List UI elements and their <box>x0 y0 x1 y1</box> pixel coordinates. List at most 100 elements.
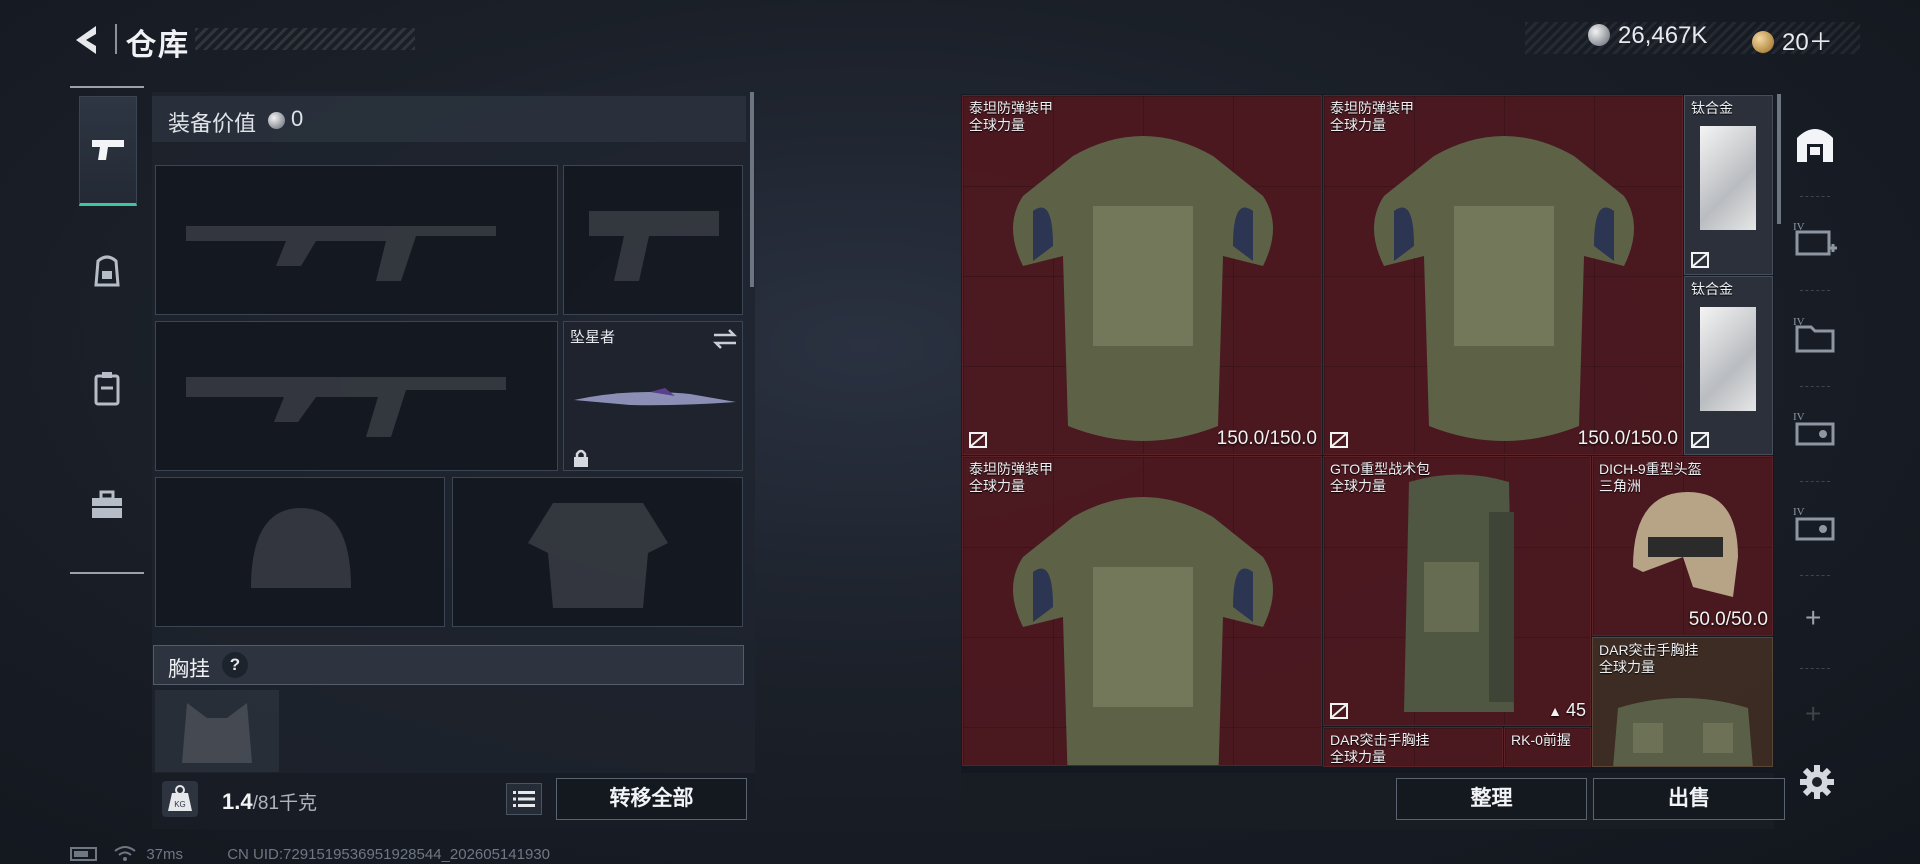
rail-divider <box>1800 481 1830 482</box>
tab-storage-2[interactable]: IV <box>1789 298 1841 368</box>
storage-item[interactable]: 钛合金 <box>1684 276 1773 455</box>
melee-slot[interactable]: 坠星者 <box>563 321 743 471</box>
item-name: DAR突击手胸挂 全球力量 <box>1330 732 1430 765</box>
chest-rig-label: 胸挂 <box>168 658 210 681</box>
crate-icon: IV <box>1793 506 1835 541</box>
helmet-silhouette-icon <box>251 508 351 588</box>
tab-storage-4[interactable]: IV <box>1789 488 1841 558</box>
gold-currency[interactable]: 20＋ <box>1752 22 1833 57</box>
armor-vest-icon <box>1374 136 1634 441</box>
tab-backpack[interactable] <box>79 218 135 324</box>
storage-item[interactable]: 钛合金 <box>1684 95 1773 275</box>
list-view-button[interactable] <box>506 783 542 815</box>
gold-amount: 20＋ <box>1782 29 1833 56</box>
helmet-item-icon <box>1633 492 1738 597</box>
primary-weapon-slot[interactable] <box>155 165 558 315</box>
storage-item[interactable]: DAR突击手胸挂 全球力量 <box>1323 727 1503 767</box>
durability: 50.0/50.0 <box>1688 609 1768 630</box>
tab-weapons[interactable] <box>79 96 137 206</box>
tab-storage-1[interactable]: IV <box>1789 203 1841 273</box>
status-bar: 37ms CN UID:7291519536951928544_20260514… <box>70 845 550 863</box>
chest-rig-item-icon <box>1613 698 1753 766</box>
weight-icon: KG <box>162 781 198 817</box>
rifle-silhouette-icon <box>186 377 506 437</box>
header-divider <box>115 24 117 54</box>
storage-item[interactable]: DAR突击手胸挂 全球力量 <box>1592 637 1773 767</box>
knife-icon <box>574 388 736 406</box>
warehouse-icon <box>1797 129 1833 162</box>
armor-silhouette-icon <box>528 503 668 608</box>
capacity-icon: ▲ <box>1548 703 1562 719</box>
no-insurance-icon <box>1330 703 1348 719</box>
weight-current: 1.4 <box>222 789 253 814</box>
storage-item[interactable]: RK-0前握 <box>1504 727 1591 767</box>
item-name: 钛合金 <box>1691 281 1733 297</box>
armor-vest-icon <box>1013 136 1273 441</box>
organize-button[interactable]: 整理 <box>1396 778 1587 820</box>
item-name: RK-0前握 <box>1511 732 1571 748</box>
rail-divider <box>1800 386 1830 387</box>
storage-item[interactable]: DICH-9重型头盔 三角洲 50.0/50.0 <box>1592 456 1773 636</box>
equipment-scrollbar[interactable] <box>750 92 754 287</box>
helmet-slot[interactable] <box>155 477 445 627</box>
tab-toolbox[interactable] <box>79 452 135 558</box>
transfer-all-button[interactable]: 转移全部 <box>556 778 747 820</box>
weight-readout: 1.4/81千克 <box>222 788 317 815</box>
swap-icon[interactable] <box>712 328 738 350</box>
lock-icon <box>574 449 588 467</box>
weight-max: /81千克 <box>252 793 318 814</box>
pistol-slot[interactable] <box>563 165 743 315</box>
no-insurance-icon <box>1691 252 1709 268</box>
battery-icon <box>70 847 97 861</box>
add-storage-icon: + <box>1805 698 1822 729</box>
add-storage-icon[interactable]: + <box>1805 602 1821 634</box>
back-arrow-icon[interactable] <box>70 22 106 58</box>
list-icon <box>513 791 535 807</box>
rifle-silhouette-icon <box>186 226 496 281</box>
silver-currency[interactable]: 26,467K <box>1588 22 1707 50</box>
tab-case[interactable] <box>79 335 135 441</box>
uid: CN UID:7291519536951928544_202605141930 <box>227 846 550 863</box>
wifi-icon <box>114 846 136 861</box>
tab-storage-3[interactable]: IV <box>1789 393 1841 463</box>
toolbox-icon <box>92 490 122 518</box>
secondary-weapon-slot[interactable] <box>155 321 558 471</box>
folder-box-icon: IV <box>1793 316 1835 353</box>
storage-item[interactable]: GTO重型战术包 全球力量 ▲ 45 <box>1323 456 1591 726</box>
chest-rig-slot[interactable] <box>155 690 279 772</box>
tab-storage-main[interactable] <box>1789 108 1841 178</box>
equipment-value: 0 <box>268 106 303 132</box>
page-title: 仓库 <box>126 29 190 62</box>
ping: 37ms <box>146 846 184 863</box>
rail-divider <box>1800 575 1830 576</box>
backpack-icon <box>94 255 120 287</box>
item-name: 钛合金 <box>1691 100 1733 116</box>
backpack-item-icon <box>1404 474 1514 712</box>
durability: 150.0/150.0 <box>1216 428 1317 449</box>
pistol-icon <box>92 140 124 160</box>
silver-coin-icon <box>1588 24 1610 46</box>
storage-scrollbar[interactable] <box>1777 94 1781 224</box>
case-icon <box>94 372 120 406</box>
armor-slot[interactable] <box>452 477 743 627</box>
storage-item[interactable]: 泰坦防弹装甲 全球力量 150.0/150.0 <box>1323 95 1683 455</box>
rail-divider <box>1800 290 1830 291</box>
gold-coin-icon <box>1752 31 1774 53</box>
rail-divider <box>1800 668 1830 669</box>
svg-text:IV: IV <box>1793 411 1805 423</box>
svg-text:IV: IV <box>1793 506 1805 518</box>
title-decoration <box>195 28 415 50</box>
help-icon[interactable]: ? <box>222 652 248 678</box>
silver-amount: 26,467K <box>1618 22 1708 49</box>
no-insurance-icon <box>1330 432 1348 448</box>
no-insurance-icon <box>1691 432 1709 448</box>
storage-item[interactable]: 泰坦防弹装甲 全球力量 <box>962 456 1322 766</box>
storage-item[interactable]: 泰坦防弹装甲 全球力量 150.0/150.0 <box>962 95 1322 455</box>
sell-button[interactable]: 出售 <box>1593 778 1785 820</box>
titanium-plate-icon <box>1700 126 1756 230</box>
silver-coin-icon <box>268 112 285 129</box>
crate-icon: IV <box>1793 411 1835 446</box>
melee-name: 坠星者 <box>570 329 616 346</box>
settings-gear-icon[interactable] <box>1799 764 1835 800</box>
svg-text:KG: KG <box>174 800 186 809</box>
